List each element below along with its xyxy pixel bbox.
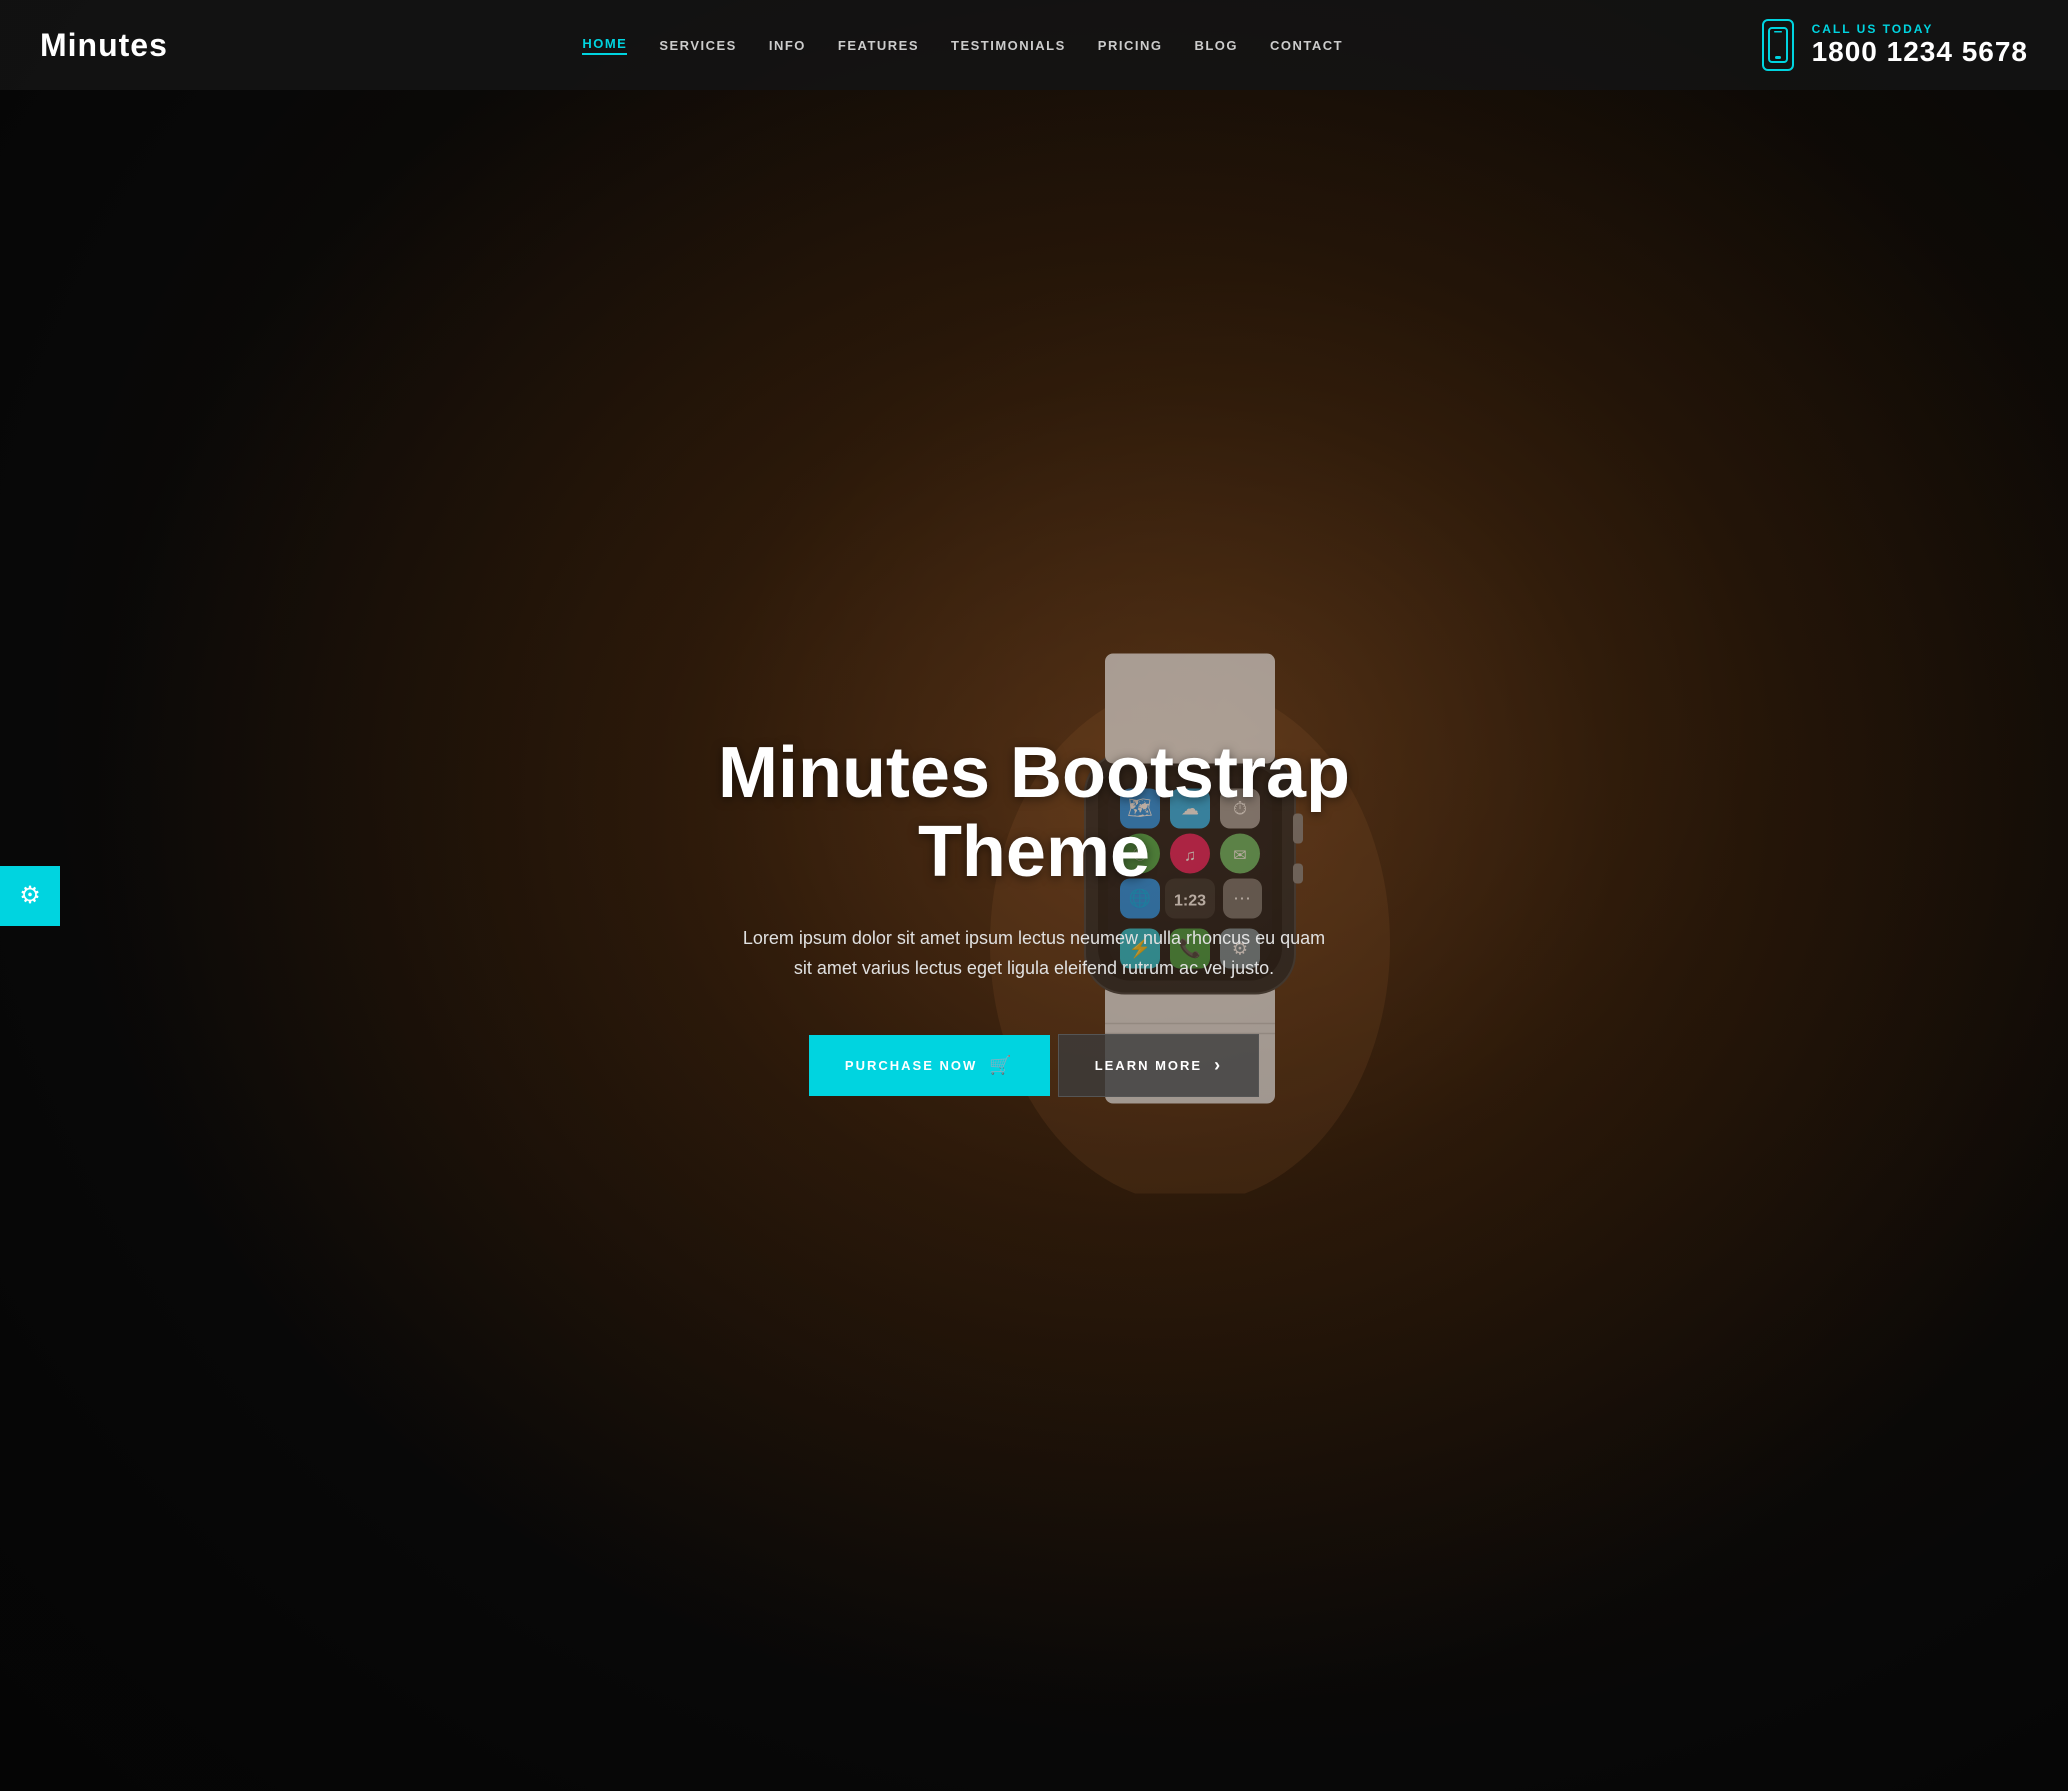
nav-item-pricing[interactable]: PRICING	[1098, 38, 1163, 53]
purchase-now-button[interactable]: PURCHASE NOW 🛒	[809, 1035, 1050, 1096]
phone-icon	[1762, 19, 1794, 71]
hero-content: Minutes Bootstrap Theme Lorem ipsum dolo…	[644, 734, 1424, 1097]
settings-button[interactable]: ⚙	[0, 866, 60, 926]
hero-buttons: PURCHASE NOW 🛒 LEARN MORE ›	[664, 1034, 1404, 1097]
hero-description: Lorem ipsum dolor sit amet ipsum lectus …	[734, 923, 1334, 984]
learn-label: LEARN MORE	[1095, 1058, 1202, 1073]
site-header: Minutes HOME SERVICES INFO FEATURES TEST…	[0, 0, 2068, 90]
main-nav: HOME SERVICES INFO FEATURES TESTIMONIALS…	[582, 36, 1343, 55]
phone-number[interactable]: 1800 1234 5678	[1812, 36, 2028, 68]
learn-more-button[interactable]: LEARN MORE ›	[1058, 1034, 1259, 1097]
nav-item-contact[interactable]: CONTACT	[1270, 38, 1343, 53]
call-label: CALL US TODAY	[1812, 22, 2028, 36]
contact-text: CALL US TODAY 1800 1234 5678	[1812, 22, 2028, 68]
phone-icon-wrap	[1758, 18, 1798, 73]
nav-item-blog[interactable]: BLOG	[1194, 38, 1238, 53]
gear-icon: ⚙	[19, 881, 41, 910]
nav-item-info[interactable]: INFO	[769, 38, 806, 53]
nav-item-services[interactable]: SERVICES	[659, 38, 737, 53]
chevron-right-icon: ›	[1214, 1055, 1222, 1076]
site-logo[interactable]: Minutes	[40, 27, 168, 64]
cart-icon: 🛒	[989, 1055, 1013, 1076]
nav-item-home[interactable]: HOME	[582, 36, 627, 55]
nav-item-features[interactable]: FEATURES	[838, 38, 919, 53]
purchase-label: PURCHASE NOW	[845, 1058, 977, 1073]
hero-section: 🗺 ☁ ⏱ ♾ ♫ ✉ 🌐	[0, 0, 2068, 1791]
hero-title: Minutes Bootstrap Theme	[664, 734, 1404, 892]
nav-item-testimonials[interactable]: TESTIMONIALS	[951, 38, 1066, 53]
contact-info: CALL US TODAY 1800 1234 5678	[1758, 18, 2028, 73]
